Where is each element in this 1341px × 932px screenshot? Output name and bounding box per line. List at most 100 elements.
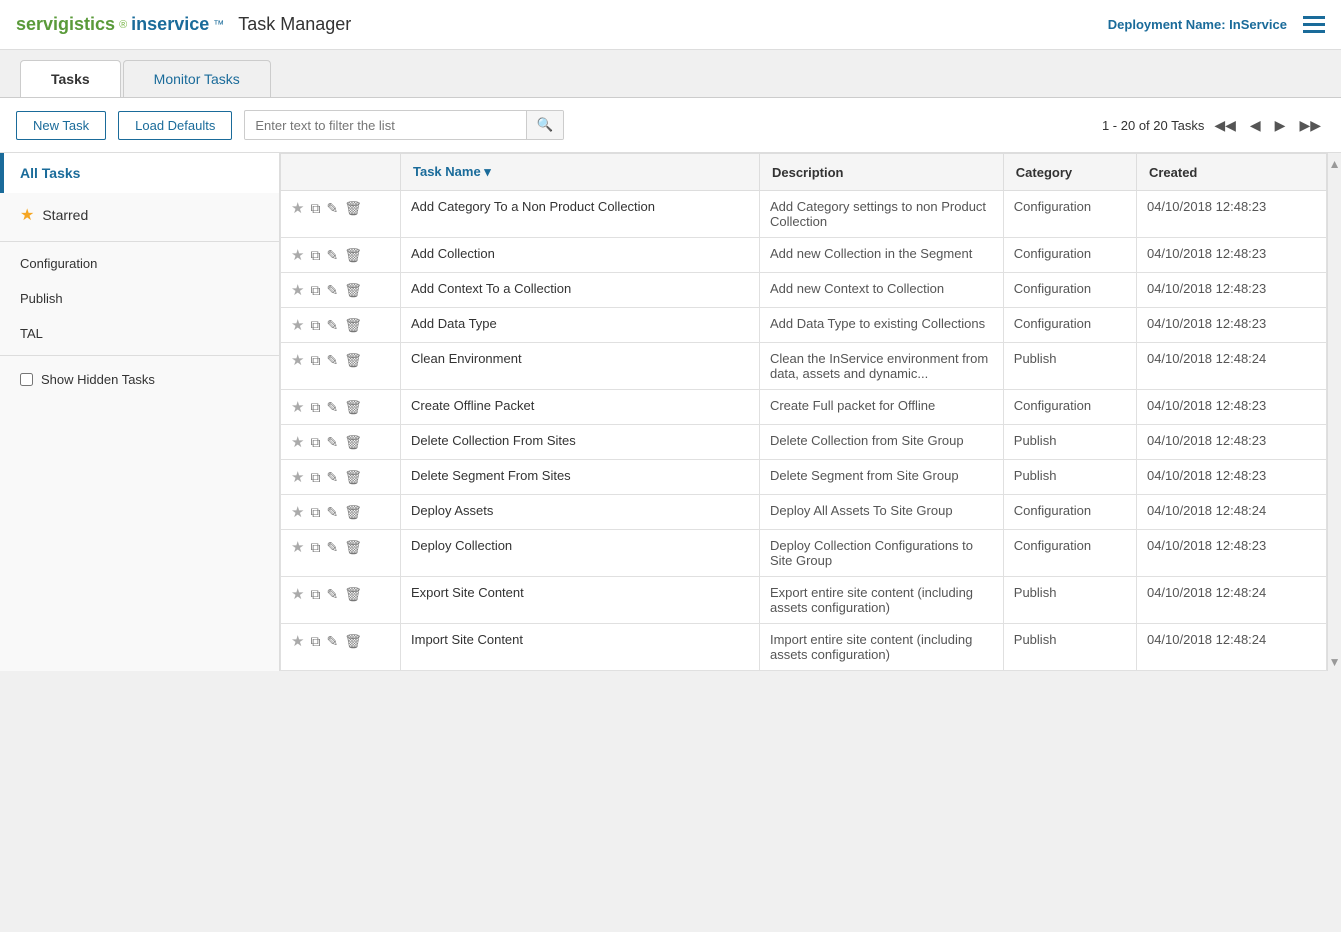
filter-input[interactable] xyxy=(245,112,525,139)
task-cat-11: Publish xyxy=(1003,624,1136,671)
copy-action-6[interactable]: ⧉ xyxy=(310,434,320,451)
edit-action-7[interactable]: ✎ xyxy=(326,469,338,486)
sidebar-item-tal[interactable]: TAL xyxy=(0,316,279,351)
star-action-6[interactable]: ★ xyxy=(291,433,304,451)
star-action-3[interactable]: ★ xyxy=(291,316,304,334)
delete-action-7[interactable]: 🗑 xyxy=(344,469,362,486)
copy-action-11[interactable]: ⧉ xyxy=(310,633,320,650)
delete-action-5[interactable]: 🗑 xyxy=(344,399,362,416)
copy-action-7[interactable]: ⧉ xyxy=(310,469,320,486)
task-name-10: Export Site Content xyxy=(401,577,760,624)
task-name-11: Import Site Content xyxy=(401,624,760,671)
task-cat-2: Configuration xyxy=(1003,273,1136,308)
star-action-8[interactable]: ★ xyxy=(291,503,304,521)
actions-cell-8: ★ ⧉ ✎ 🗑 xyxy=(281,495,401,530)
copy-action-5[interactable]: ⧉ xyxy=(310,399,320,416)
delete-action-3[interactable]: 🗑 xyxy=(344,317,362,334)
edit-action-5[interactable]: ✎ xyxy=(326,399,338,416)
task-cat-1: Configuration xyxy=(1003,238,1136,273)
star-action-5[interactable]: ★ xyxy=(291,398,304,416)
tabs-bar: Tasks Monitor Tasks xyxy=(0,50,1341,98)
menu-icon[interactable] xyxy=(1303,16,1325,33)
task-name-7: Delete Segment From Sites xyxy=(401,460,760,495)
delete-action-0[interactable]: 🗑 xyxy=(344,200,362,217)
edit-action-8[interactable]: ✎ xyxy=(326,504,338,521)
star-action-4[interactable]: ★ xyxy=(291,351,304,369)
sidebar-item-configuration[interactable]: Configuration xyxy=(0,246,279,281)
actions-cell-2: ★ ⧉ ✎ 🗑 xyxy=(281,273,401,308)
load-defaults-button[interactable]: Load Defaults xyxy=(118,111,232,140)
copy-action-3[interactable]: ⧉ xyxy=(310,317,320,334)
star-action-7[interactable]: ★ xyxy=(291,468,304,486)
copy-action-0[interactable]: ⧉ xyxy=(310,200,320,217)
header-right: Deployment Name: InService xyxy=(1108,16,1325,33)
edit-action-6[interactable]: ✎ xyxy=(326,434,338,451)
table-row: ★ ⧉ ✎ 🗑 Import Site Content Import entir… xyxy=(281,624,1327,671)
search-button[interactable]: 🔍 xyxy=(526,111,564,139)
star-gold-icon: ★ xyxy=(20,205,34,225)
task-date-10: 04/10/2018 12:48:24 xyxy=(1136,577,1326,624)
star-action-11[interactable]: ★ xyxy=(291,632,304,650)
tab-tasks[interactable]: Tasks xyxy=(20,60,121,97)
edit-action-0[interactable]: ✎ xyxy=(326,200,338,217)
star-action-2[interactable]: ★ xyxy=(291,281,304,299)
sidebar-item-all-tasks[interactable]: All Tasks xyxy=(0,153,279,193)
task-cat-10: Publish xyxy=(1003,577,1136,624)
task-cat-8: Configuration xyxy=(1003,495,1136,530)
edit-action-2[interactable]: ✎ xyxy=(326,282,338,299)
scroll-up-icon[interactable]: ▲ xyxy=(1327,155,1341,173)
edit-action-10[interactable]: ✎ xyxy=(326,586,338,603)
table-row: ★ ⧉ ✎ 🗑 Delete Segment From Sites Delete… xyxy=(281,460,1327,495)
task-date-9: 04/10/2018 12:48:23 xyxy=(1136,530,1326,577)
scroll-indicator: ▲ ▼ xyxy=(1327,153,1341,671)
logo-trademark: ™ xyxy=(213,19,224,31)
star-action-1[interactable]: ★ xyxy=(291,246,304,264)
table-row: ★ ⧉ ✎ 🗑 Add Context To a Collection Add … xyxy=(281,273,1327,308)
delete-action-2[interactable]: 🗑 xyxy=(344,282,362,299)
task-name-1: Add Collection xyxy=(401,238,760,273)
star-action-0[interactable]: ★ xyxy=(291,199,304,217)
sidebar-divider-2 xyxy=(0,355,279,356)
delete-action-11[interactable]: 🗑 xyxy=(344,633,362,650)
col-actions xyxy=(281,154,401,191)
col-created: Created xyxy=(1136,154,1326,191)
delete-action-6[interactable]: 🗑 xyxy=(344,434,362,451)
last-page-button[interactable]: ▶▶ xyxy=(1295,115,1325,136)
show-hidden-label: Show Hidden Tasks xyxy=(41,372,155,387)
first-page-button[interactable]: ◀◀ xyxy=(1210,115,1240,136)
show-hidden-checkbox[interactable] xyxy=(20,373,33,386)
sidebar: All Tasks ★ Starred Configuration Publis… xyxy=(0,153,280,671)
delete-action-8[interactable]: 🗑 xyxy=(344,504,362,521)
new-task-button[interactable]: New Task xyxy=(16,111,106,140)
col-task-name[interactable]: Task Name ▾ xyxy=(401,154,760,191)
copy-action-10[interactable]: ⧉ xyxy=(310,586,320,603)
sidebar-item-publish[interactable]: Publish xyxy=(0,281,279,316)
tab-monitor-tasks[interactable]: Monitor Tasks xyxy=(123,60,271,97)
star-action-9[interactable]: ★ xyxy=(291,538,304,556)
actions-cell-4: ★ ⧉ ✎ 🗑 xyxy=(281,343,401,390)
delete-action-9[interactable]: 🗑 xyxy=(344,539,362,556)
copy-action-4[interactable]: ⧉ xyxy=(310,352,320,369)
edit-action-11[interactable]: ✎ xyxy=(326,633,338,650)
show-hidden-tasks: Show Hidden Tasks xyxy=(0,360,279,399)
edit-action-1[interactable]: ✎ xyxy=(326,247,338,264)
edit-action-9[interactable]: ✎ xyxy=(326,539,338,556)
copy-action-9[interactable]: ⧉ xyxy=(310,539,320,556)
next-page-button[interactable]: ▶ xyxy=(1271,115,1290,136)
scroll-down-icon[interactable]: ▼ xyxy=(1327,653,1341,671)
star-action-10[interactable]: ★ xyxy=(291,585,304,603)
task-cat-5: Configuration xyxy=(1003,390,1136,425)
prev-page-button[interactable]: ◀ xyxy=(1246,115,1265,136)
delete-action-1[interactable]: 🗑 xyxy=(344,247,362,264)
edit-action-4[interactable]: ✎ xyxy=(326,352,338,369)
copy-action-2[interactable]: ⧉ xyxy=(310,282,320,299)
sidebar-item-starred[interactable]: ★ Starred xyxy=(0,193,279,237)
pagination-info: 1 - 20 of 20 Tasks ◀◀ ◀ ▶ ▶▶ xyxy=(1102,115,1325,136)
edit-action-3[interactable]: ✎ xyxy=(326,317,338,334)
copy-action-1[interactable]: ⧉ xyxy=(310,247,320,264)
delete-action-10[interactable]: 🗑 xyxy=(344,586,362,603)
task-cat-3: Configuration xyxy=(1003,308,1136,343)
task-name-5: Create Offline Packet xyxy=(401,390,760,425)
copy-action-8[interactable]: ⧉ xyxy=(310,504,320,521)
delete-action-4[interactable]: 🗑 xyxy=(344,352,362,369)
